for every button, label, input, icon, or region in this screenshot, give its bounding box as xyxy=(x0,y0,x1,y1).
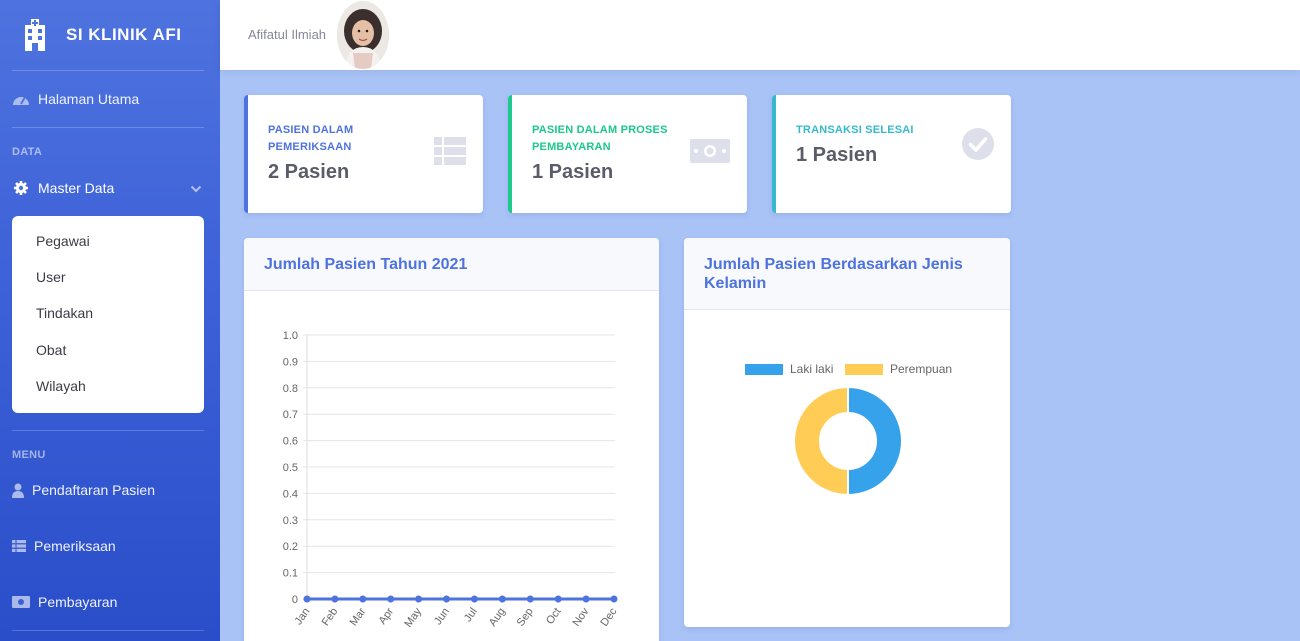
sidebar-item-label: Halaman Utama xyxy=(38,91,140,107)
sidebar-item-label: Pemeriksaan xyxy=(34,538,116,554)
x-tick-label: Dec xyxy=(598,605,619,628)
sidebar-item-pendaftaran[interactable]: Pendaftaran Pasien xyxy=(12,482,155,498)
data-point xyxy=(303,595,311,603)
x-tick-label: Aug xyxy=(487,606,508,629)
x-tick-label: Jun xyxy=(432,606,452,627)
legend-label: Laki laki xyxy=(790,362,833,376)
y-tick-label: 0.1 xyxy=(283,568,298,580)
brand[interactable]: SI KLINIK AFI xyxy=(0,0,220,70)
submenu-item-tindakan[interactable]: Tindakan xyxy=(36,305,93,321)
line-chart-card: Jumlah Pasien Tahun 2021 0 0.1 0.2 0.3 0.4 0.… xyxy=(244,238,659,641)
x-tick-label: Oct xyxy=(544,606,564,627)
dashboard-icon xyxy=(12,91,30,107)
sidebar-divider xyxy=(12,127,204,128)
section-heading-data: DATA xyxy=(12,146,43,158)
sidebar: SI KLINIK AFI Halaman Utama DATA Master … xyxy=(0,0,220,641)
x-tick-label: Apr xyxy=(377,606,397,627)
master-data-submenu: Pegawai User Tindakan Obat Wilayah xyxy=(12,216,204,413)
y-tick-label: 0.6 xyxy=(283,436,298,448)
section-heading-menu: MENU xyxy=(12,449,46,461)
table-icon xyxy=(12,538,26,554)
stat-card-pemeriksaan: Pasien Dalam Pemeriksaan 2 Pasien xyxy=(244,95,483,213)
money-icon xyxy=(690,139,730,168)
y-tick-label: 1.0 xyxy=(283,330,298,342)
stat-label: Pasien Dalam Proses Pembayaran xyxy=(532,124,668,153)
check-circle-icon xyxy=(962,128,994,165)
y-tick-label: 0.4 xyxy=(283,488,298,500)
x-tick-label: Sep xyxy=(515,606,536,629)
data-point xyxy=(359,595,367,603)
x-tick-label: May xyxy=(402,605,424,629)
y-tick-label: 0.5 xyxy=(283,462,298,474)
legend-swatch xyxy=(745,364,783,375)
submenu-item-pegawai[interactable]: Pegawai xyxy=(36,233,90,249)
sidebar-item-label: Pembayaran xyxy=(38,594,118,610)
user-name[interactable]: Afifatul Ilmiah xyxy=(248,27,326,42)
avatar[interactable] xyxy=(337,1,389,69)
y-tick-label: 0.7 xyxy=(283,409,298,421)
hospital-icon xyxy=(22,19,48,51)
data-point xyxy=(415,595,423,603)
data-point xyxy=(610,595,618,603)
y-tick-label: 0 xyxy=(292,594,298,606)
sidebar-item-home[interactable]: Halaman Utama xyxy=(12,91,139,107)
data-point xyxy=(387,595,395,603)
legend-label: Perempuan xyxy=(890,362,952,376)
doughnut-slice xyxy=(847,385,903,497)
legend-swatch xyxy=(845,364,883,375)
sidebar-item-pembayaran[interactable]: Pembayaran xyxy=(12,594,117,610)
sidebar-divider xyxy=(12,430,204,431)
brand-name: SI KLINIK AFI xyxy=(66,25,182,44)
submenu-item-wilayah[interactable]: Wilayah xyxy=(36,378,86,394)
sidebar-item-label: Pendaftaran Pasien xyxy=(32,482,155,498)
money-icon xyxy=(12,594,30,610)
table-icon xyxy=(434,137,466,170)
data-point xyxy=(554,595,562,603)
stat-value: 1 Pasien xyxy=(796,144,878,166)
x-tick-label: Nov xyxy=(570,605,591,628)
sidebar-item-label: Master Data xyxy=(38,180,115,196)
chevron-down-icon[interactable] xyxy=(190,182,202,194)
x-tick-label: Jul xyxy=(462,606,480,624)
submenu-item-user[interactable]: User xyxy=(36,269,66,285)
gear-icon xyxy=(12,180,30,196)
y-tick-label: 0.3 xyxy=(283,515,298,527)
doughnut-slice xyxy=(793,385,849,497)
data-point xyxy=(526,595,534,603)
line-chart: 0 0.1 0.2 0.3 0.4 0.5 0.6 0.7 0.8 0.9 1.0 Jan Feb Mar… xyxy=(283,330,620,630)
stat-label: Transaksi Selesai xyxy=(796,124,914,136)
x-tick-label: Mar xyxy=(348,606,369,629)
y-tick-label: 0.9 xyxy=(283,356,298,368)
data-point xyxy=(470,595,478,603)
data-point xyxy=(582,595,590,603)
y-tick-label: 0.8 xyxy=(283,383,298,395)
stat-value: 1 Pasien xyxy=(532,161,614,183)
sidebar-divider xyxy=(12,70,204,71)
stat-label: Pasien Dalam Pemeriksaan xyxy=(268,124,354,153)
data-point xyxy=(331,595,339,603)
topbar: Afifatul Ilmiah xyxy=(220,0,1300,70)
stat-card-pembayaran: Pasien Dalam Proses Pembayaran 1 Pasien xyxy=(508,95,747,213)
submenu-item-obat[interactable]: Obat xyxy=(36,342,66,358)
data-point xyxy=(498,595,506,603)
stat-value: 2 Pasien xyxy=(268,161,350,183)
stat-card-selesai: Transaksi Selesai 1 Pasien xyxy=(772,95,1011,213)
sidebar-item-pemeriksaan[interactable]: Pemeriksaan xyxy=(12,538,116,554)
doughnut-chart: Laki laki Perempuan xyxy=(745,362,952,497)
x-tick-label: Jan xyxy=(292,606,312,627)
doughnut-chart-card: Jumlah Pasien Berdasarkan Jenis Kelamin … xyxy=(684,238,1010,627)
user-icon xyxy=(12,482,24,498)
sidebar-item-master-data[interactable]: Master Data xyxy=(12,180,114,196)
sidebar-divider xyxy=(12,630,204,631)
x-tick-label: Feb xyxy=(320,606,341,628)
y-tick-label: 0.2 xyxy=(283,541,298,553)
data-point xyxy=(443,595,451,603)
